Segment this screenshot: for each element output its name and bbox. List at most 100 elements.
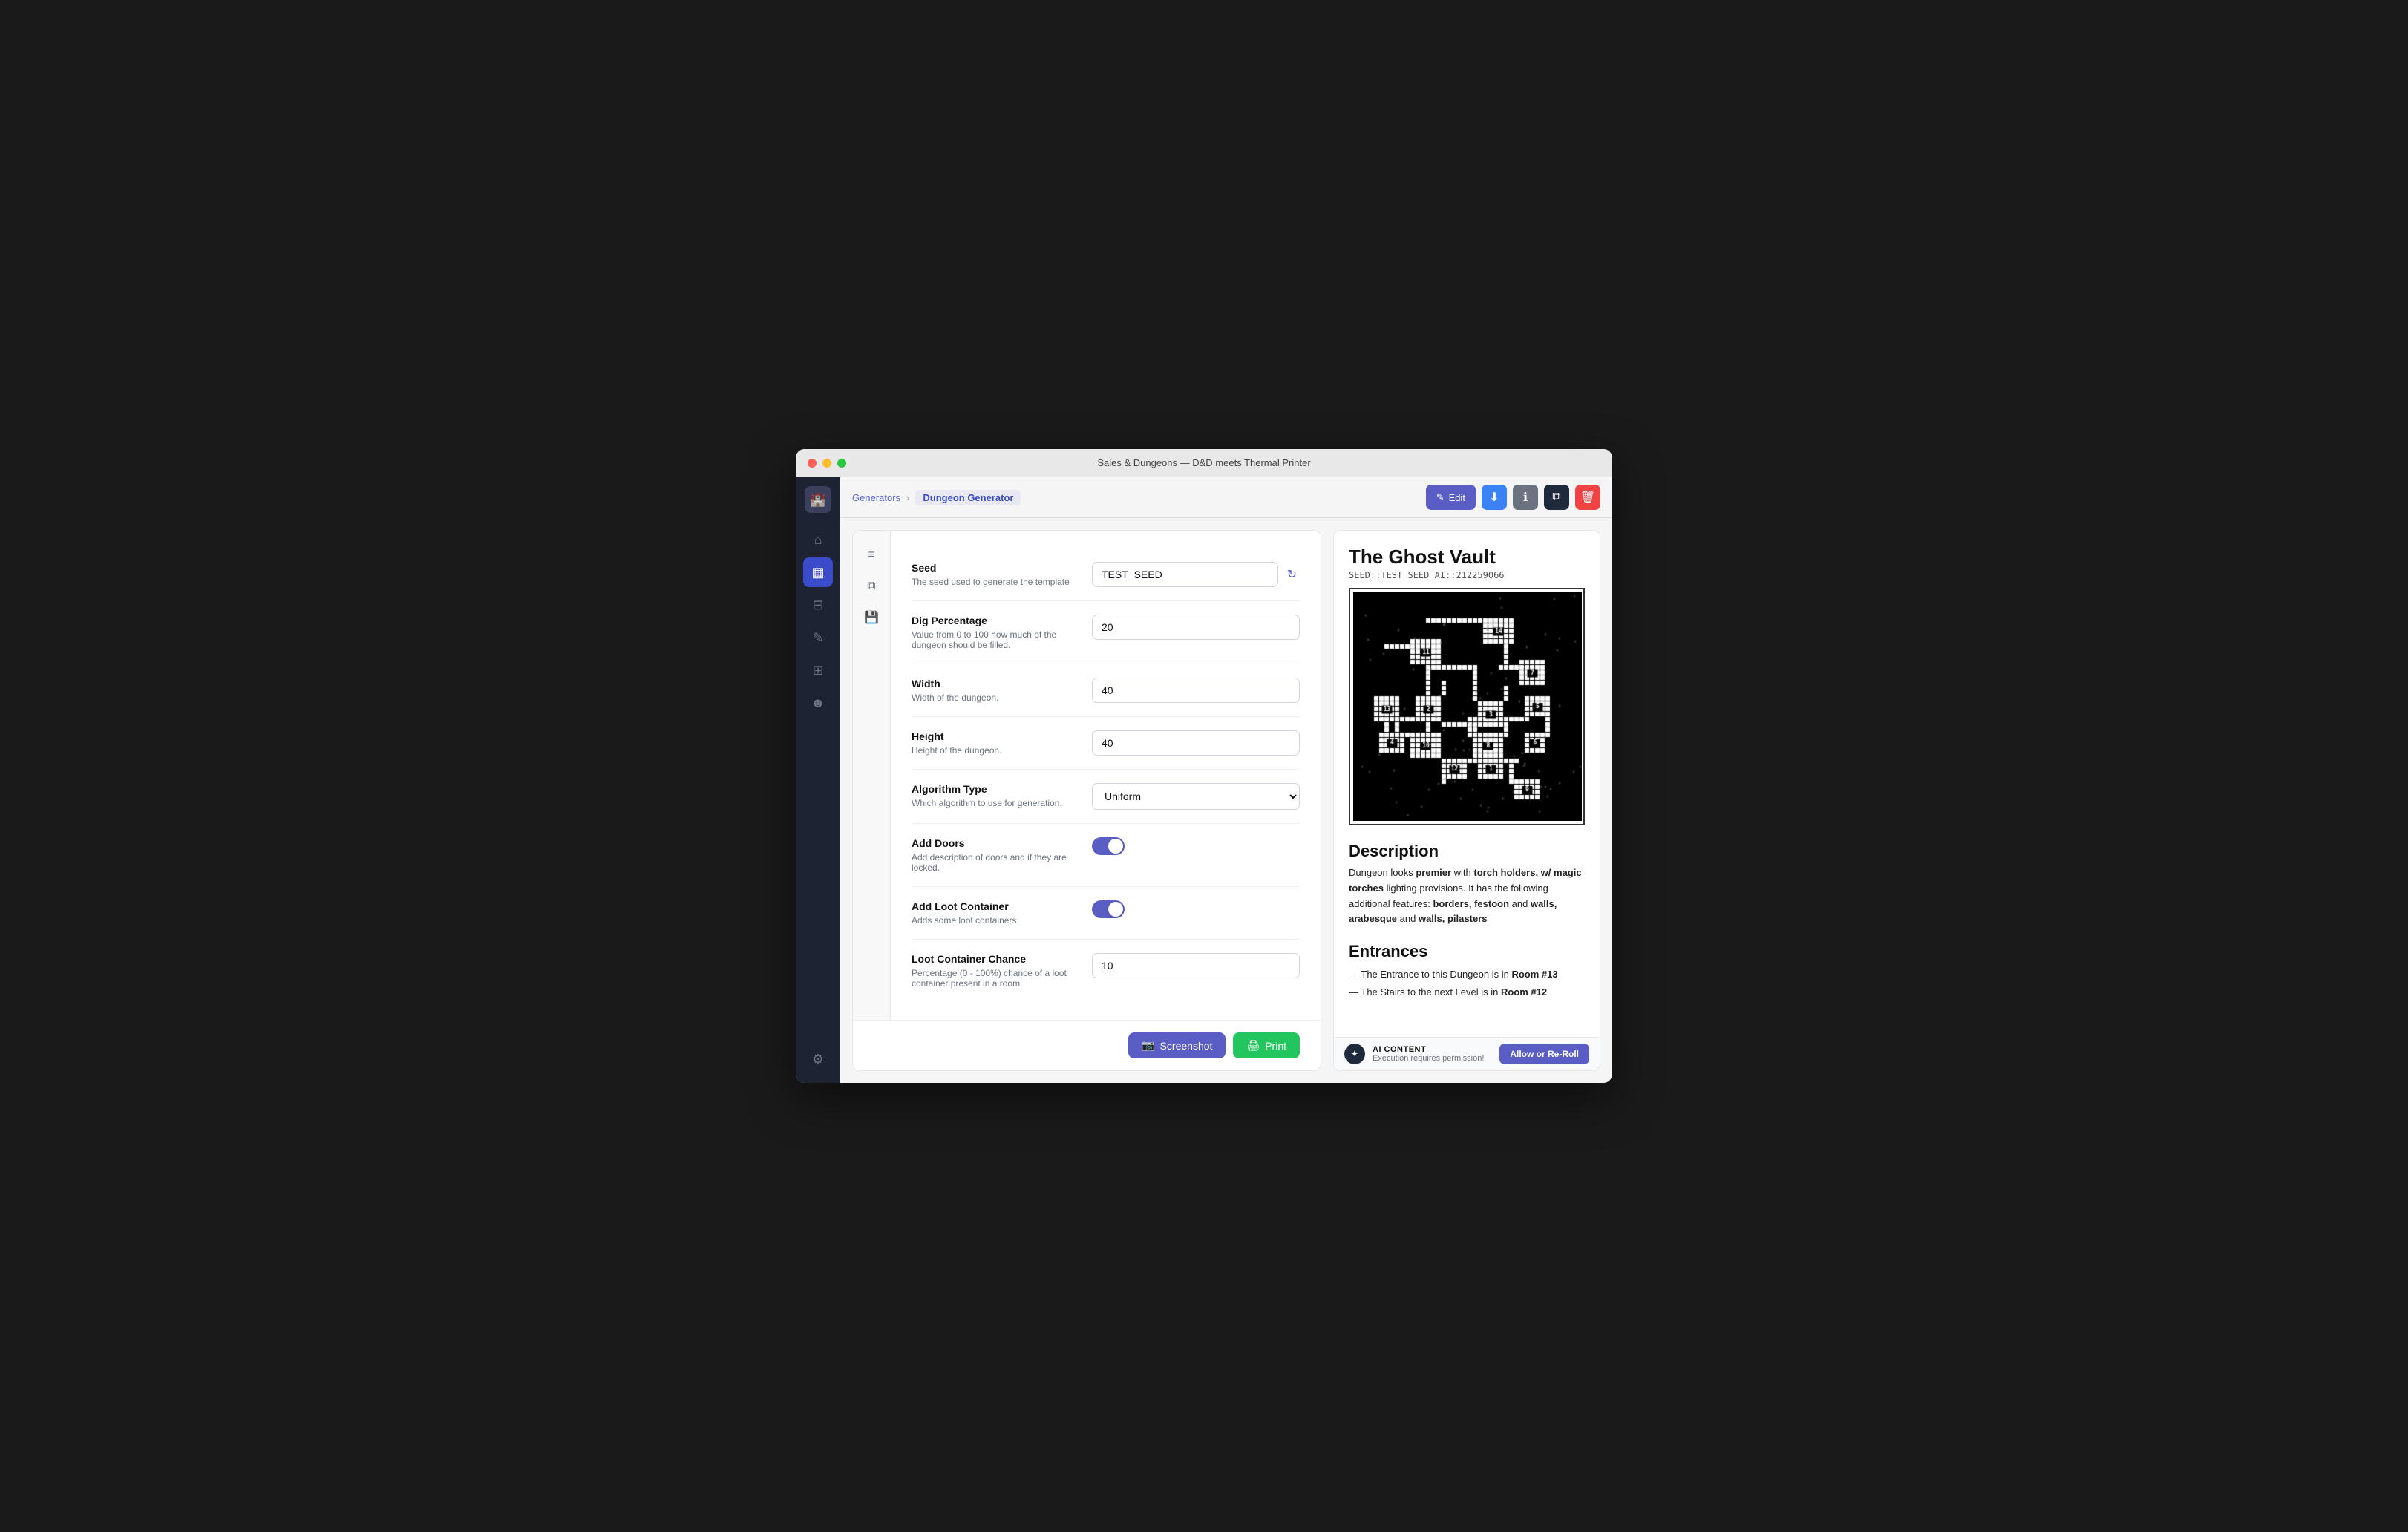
doors-label: Add Doors (912, 837, 1080, 849)
loot-chance-input[interactable] (1092, 953, 1300, 978)
sidebar-item-edit[interactable]: ✎ (803, 623, 833, 652)
titlebar: Sales & Dungeons — D&D meets Thermal Pri… (796, 449, 1612, 477)
ai-title: AI CONTENT (1373, 1045, 1492, 1054)
sidebar-item-robot[interactable]: ☻ (803, 688, 833, 718)
info-icon: ℹ (1523, 490, 1528, 505)
dungeon-map (1349, 588, 1585, 825)
sidebar: 🏰 ⌂ ▦ ⊟ ✎ ⊞ ☻ ⚙ (796, 477, 840, 1083)
entrances-list: — The Entrance to this Dungeon is in Roo… (1349, 966, 1585, 1001)
height-control (1092, 730, 1300, 756)
form-footer: 📷 Screenshot 🖨 Print (853, 1020, 1321, 1070)
sidebar-item-layers[interactable]: ⊟ (803, 590, 833, 620)
form-group-width: Width Width of the dungeon. (912, 664, 1300, 717)
ai-icon: ✦ (1344, 1044, 1365, 1064)
sidebar-item-document[interactable]: ▦ (803, 557, 833, 587)
sidebar-logo: 🏰 (805, 486, 831, 513)
doors-desc: Add description of doors and if they are… (912, 852, 1080, 873)
dungeon-seed: SEED::TEST_SEED AI::212259066 (1349, 570, 1585, 580)
entrance-1: — The Entrance to this Dungeon is in Roo… (1349, 966, 1585, 983)
copy-icon: ⧉ (1552, 491, 1560, 504)
doors-control (1092, 837, 1300, 855)
app-window: Sales & Dungeons — D&D meets Thermal Pri… (796, 449, 1612, 1083)
dig-desc: Value from 0 to 100 how much of the dung… (912, 629, 1080, 650)
form-content: Seed The seed used to generate the templ… (891, 531, 1321, 1020)
doors-toggle[interactable] (1092, 837, 1125, 855)
allow-button[interactable]: Allow or Re-Roll (1499, 1044, 1589, 1064)
traffic-lights (808, 459, 846, 468)
width-control (1092, 678, 1300, 703)
trash-icon: 🗑 (1580, 490, 1595, 505)
algo-label: Algorithm Type (912, 783, 1080, 795)
dig-input[interactable] (1092, 615, 1300, 640)
algo-control: Uniform Random Walk BSP (1092, 783, 1300, 810)
doors-toggle-knob (1108, 839, 1123, 854)
edit-button[interactable]: ✎ Edit (1426, 485, 1476, 510)
sliders-icon-button[interactable]: ≡ (859, 543, 884, 568)
width-input[interactable] (1092, 678, 1300, 703)
height-input[interactable] (1092, 730, 1300, 756)
main-content: Generators › Dungeon Generator ✎ Edit ⬇ … (840, 477, 1612, 1083)
form-group-doors: Add Doors Add description of doors and i… (912, 824, 1300, 887)
seed-refresh-button[interactable]: ↻ (1284, 564, 1300, 585)
print-icon: 🖨 (1246, 1039, 1260, 1052)
dig-label: Dig Percentage (912, 615, 1080, 626)
delete-button[interactable]: 🗑 (1575, 485, 1600, 510)
sidebar-item-cart[interactable]: ⊞ (803, 655, 833, 685)
height-desc: Height of the dungeon. (912, 745, 1080, 756)
loot-label-group: Add Loot Container Adds some loot contai… (912, 900, 1080, 926)
fullscreen-button[interactable] (837, 459, 846, 468)
seed-input[interactable] (1092, 562, 1278, 587)
download-icon: ⬇ (1489, 490, 1499, 505)
toolbar-actions: ✎ Edit ⬇ ℹ ⧉ 🗑 (1426, 485, 1600, 510)
loot-chance-label: Loot Container Chance (912, 953, 1080, 965)
doors-label-group: Add Doors Add description of doors and i… (912, 837, 1080, 873)
form-group-height: Height Height of the dungeon. (912, 717, 1300, 770)
description-text: Dungeon looks premier with torch holders… (1349, 865, 1585, 927)
sidebar-item-home[interactable]: ⌂ (803, 525, 833, 554)
loot-toggle[interactable] (1092, 900, 1125, 918)
breadcrumb: Generators › Dungeon Generator (852, 490, 1021, 505)
dig-label-group: Dig Percentage Value from 0 to 100 how m… (912, 615, 1080, 650)
window-title: Sales & Dungeons — D&D meets Thermal Pri… (1097, 457, 1310, 468)
close-button[interactable] (808, 459, 817, 468)
breadcrumb-parent[interactable]: Generators (852, 492, 900, 503)
loot-desc: Adds some loot containers. (912, 915, 1080, 926)
description-title: Description (1349, 842, 1585, 861)
preview-panel: The Ghost Vault SEED::TEST_SEED AI::2122… (1333, 530, 1600, 1071)
algo-select[interactable]: Uniform Random Walk BSP (1092, 783, 1300, 810)
algo-desc: Which algorithm to use for generation. (912, 798, 1080, 808)
width-label: Width (912, 678, 1080, 690)
sidebar-item-settings[interactable]: ⚙ (803, 1044, 833, 1074)
form-with-sidebar: ≡ ⧉ 💾 Seed The seed used to generate the… (853, 531, 1321, 1020)
entrance-2: — The Stairs to the next Level is in Roo… (1349, 983, 1585, 1001)
screenshot-button[interactable]: 📷 Screenshot (1128, 1032, 1226, 1058)
edit-icon: ✎ (1436, 491, 1445, 503)
ai-banner: ✦ AI CONTENT Execution requires permissi… (1334, 1037, 1600, 1070)
width-label-group: Width Width of the dungeon. (912, 678, 1080, 703)
print-button[interactable]: 🖨 Print (1233, 1032, 1300, 1058)
breadcrumb-arrow: › (906, 492, 909, 503)
save-icon-button[interactable]: 💾 (859, 605, 884, 630)
seed-label: Seed (912, 562, 1080, 574)
form-group-algo: Algorithm Type Which algorithm to use fo… (912, 770, 1300, 824)
ai-desc: Execution requires permission! (1373, 1054, 1492, 1063)
form-group-loot-chance: Loot Container Chance Percentage (0 - 10… (912, 940, 1300, 1002)
form-group-dig: Dig Percentage Value from 0 to 100 how m… (912, 601, 1300, 664)
copy-button[interactable]: ⧉ (1544, 485, 1569, 510)
minimize-button[interactable] (822, 459, 831, 468)
dungeon-canvas (1353, 592, 1582, 821)
width-desc: Width of the dungeon. (912, 693, 1080, 703)
loot-chance-desc: Percentage (0 - 100%) chance of a loot c… (912, 968, 1080, 989)
loot-control (1092, 900, 1300, 918)
clipboard-icon-button[interactable]: ⧉ (859, 574, 884, 599)
ai-text: AI CONTENT Execution requires permission… (1373, 1045, 1492, 1063)
seed-control: ↻ (1092, 562, 1300, 587)
content-area: ≡ ⧉ 💾 Seed The seed used to generate the… (840, 518, 1612, 1083)
form-group-seed: Seed The seed used to generate the templ… (912, 549, 1300, 601)
camera-icon: 📷 (1142, 1039, 1154, 1052)
left-icons: ≡ ⧉ 💾 (853, 531, 891, 1020)
info-button[interactable]: ℹ (1513, 485, 1538, 510)
download-button[interactable]: ⬇ (1482, 485, 1507, 510)
loot-label: Add Loot Container (912, 900, 1080, 912)
seed-desc: The seed used to generate the template (912, 577, 1080, 587)
